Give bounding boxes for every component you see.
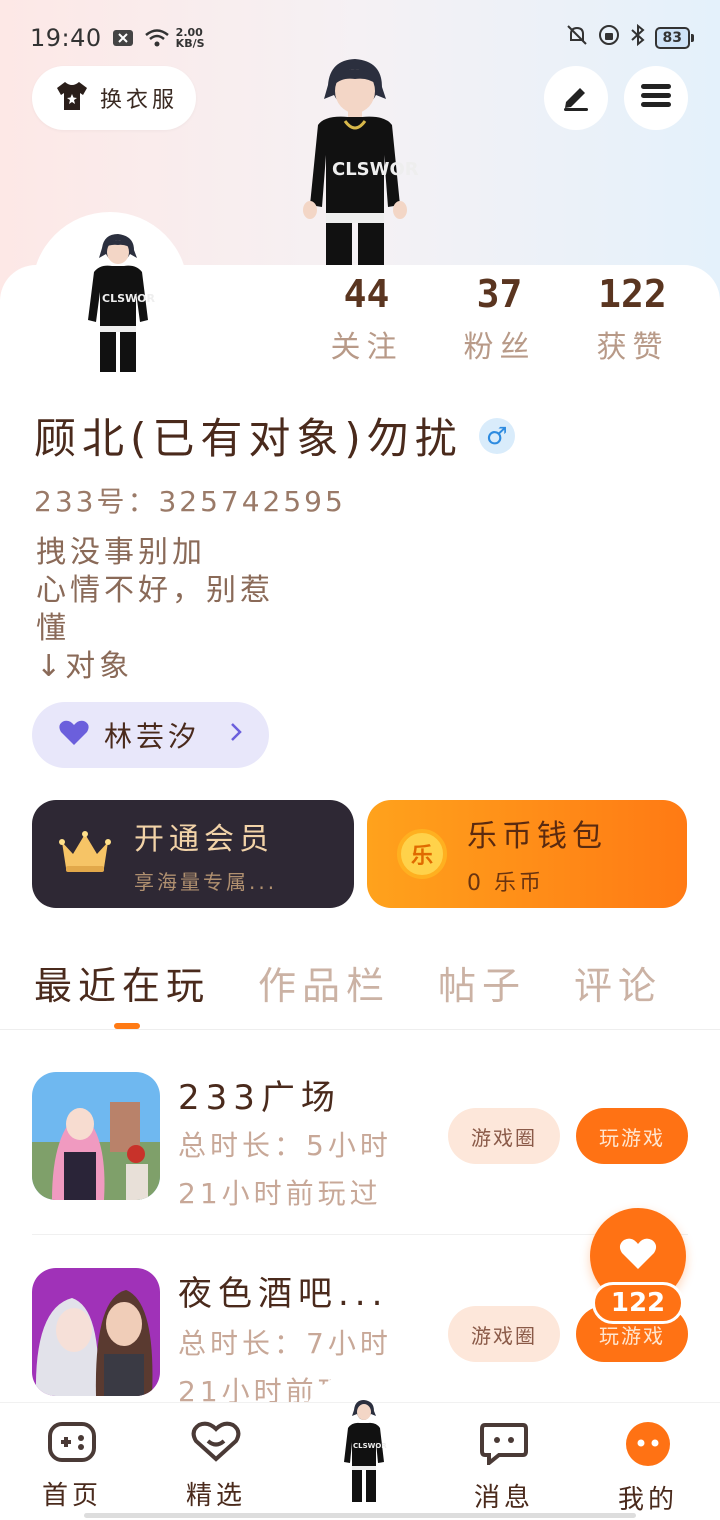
partner-badge[interactable]: 林芸汐 [32,702,269,768]
stat-following[interactable]: 44 关注 [300,272,433,366]
tab-recent-played[interactable]: 最近在玩 [34,955,210,1029]
like-count-badge: 122 [592,1282,684,1324]
game-thumbnail[interactable] [32,1268,160,1396]
game-title: 夜色酒吧... [178,1274,389,1314]
stats-row: 44 关注 37 粉丝 122 获赞 [300,272,700,366]
chevron-right-icon [229,721,243,749]
home-indicator [84,1513,636,1518]
rotation-lock-icon [597,23,621,53]
hamburger-menu-icon [640,82,672,114]
svg-text:CLSWOR: CLSWOR [353,1442,387,1450]
tab-works[interactable]: 作品栏 [258,955,390,1029]
name-row: 顾北(已有对象)勿扰 ♂ [34,405,515,466]
net-speed: 2.00 KB/S [176,27,205,49]
game-duration: 总时长：5小时 [178,1129,392,1162]
game-duration: 总时长：7小时 [178,1327,392,1360]
nav-featured[interactable]: 精选 [144,1403,288,1520]
coin-title: 乐币钱包 [467,819,607,854]
nav-messages[interactable]: 消息 [432,1403,576,1520]
bio-line: ↓对象 [36,649,134,684]
svg-text:CLSWOR: CLSWOR [102,292,155,305]
vip-title: 开通会员 [134,821,274,857]
battery-indicator: 83 [654,27,695,49]
pen-icon [560,80,592,116]
stat-followers-count: 37 [476,272,523,316]
nav-home[interactable]: 首页 [0,1403,144,1520]
game-thumbnail[interactable] [32,1072,160,1200]
game-title: 233广场 [178,1078,341,1118]
net-speed-unit: KB/S [175,37,205,50]
coin-icon: 乐 [397,829,447,879]
heart-icon [58,719,90,751]
nav-me-label: 我的 [617,1485,678,1515]
play-game-button[interactable]: 玩游戏 [576,1108,688,1164]
profile-tabs: 最近在玩 作品栏 帖子 评论 [0,955,720,1029]
stat-likes-count: 122 [598,272,667,316]
avatar[interactable]: CLSWOR [80,232,155,372]
vip-subtitle: 享海量专属... [134,869,278,894]
partner-name: 林芸汐 [104,720,201,753]
status-bar: 19:40 2.00 KB/S 83 [0,18,720,58]
bell-muted-icon [565,23,589,53]
heart-outline-icon [191,1421,241,1467]
row-divider [32,1234,688,1235]
coin-wallet-card[interactable]: 乐 乐币钱包 0 乐币 [367,800,687,908]
vip-membership-card[interactable]: 开通会员 享海量专属... [32,800,354,908]
bio-line: 懂 [36,611,70,646]
tabs-divider [0,1029,720,1030]
notification-x-icon [112,29,134,47]
bio-line: 心情不好，别惹 [36,573,274,608]
profile-name: 顾北(已有对象)勿扰 [34,414,463,463]
bluetooth-icon [629,23,647,53]
tab-comments[interactable]: 评论 [574,955,662,1029]
stat-followers-label: 粉丝 [463,330,536,365]
nav-home-label: 首页 [41,1481,102,1511]
avatar-3d-character[interactable]: CLSWOR [290,55,420,270]
stat-followers[interactable]: 37 粉丝 [433,272,566,366]
change-outfit-label: 换衣服 [100,88,179,113]
stat-following-count: 44 [343,272,390,316]
gender-male-icon: ♂ [478,417,515,454]
profile-bio: 拽没事别加 心情不好，别惹 懂 ↓对象 [36,534,274,686]
menu-button[interactable] [624,66,688,130]
game-last-played: 21小时前玩过 [178,1177,382,1210]
heart-icon [618,1236,658,1276]
game-circle-button[interactable]: 游戏圈 [448,1108,560,1164]
coin-balance: 0 乐币 [467,871,544,896]
crown-icon [58,830,112,878]
stat-likes[interactable]: 122 获赞 [566,272,699,366]
gamepad-icon [47,1421,97,1467]
stat-likes-label: 获赞 [596,330,669,365]
nav-messages-label: 消息 [473,1483,534,1513]
stat-following-label: 关注 [330,330,403,365]
edit-profile-button[interactable] [544,66,608,130]
wifi-icon [144,28,170,48]
status-time: 19:40 [30,24,102,52]
svg-text:CLSWOR: CLSWOR [332,159,419,180]
bio-line: 拽没事别加 [36,535,206,570]
nav-avatar-figure[interactable]: CLSWOR [340,1398,388,1502]
game-circle-button[interactable]: 游戏圈 [448,1306,560,1362]
nav-featured-label: 精选 [185,1481,246,1511]
nav-me[interactable]: 我的 [576,1403,720,1520]
change-outfit-button[interactable]: 换衣服 [32,66,196,130]
profile-face-icon [625,1421,671,1471]
chat-bubble-icon [479,1421,529,1469]
shirt-icon [54,80,90,116]
user-id: 233号：325742595 [34,485,346,518]
tab-posts[interactable]: 帖子 [438,955,526,1029]
